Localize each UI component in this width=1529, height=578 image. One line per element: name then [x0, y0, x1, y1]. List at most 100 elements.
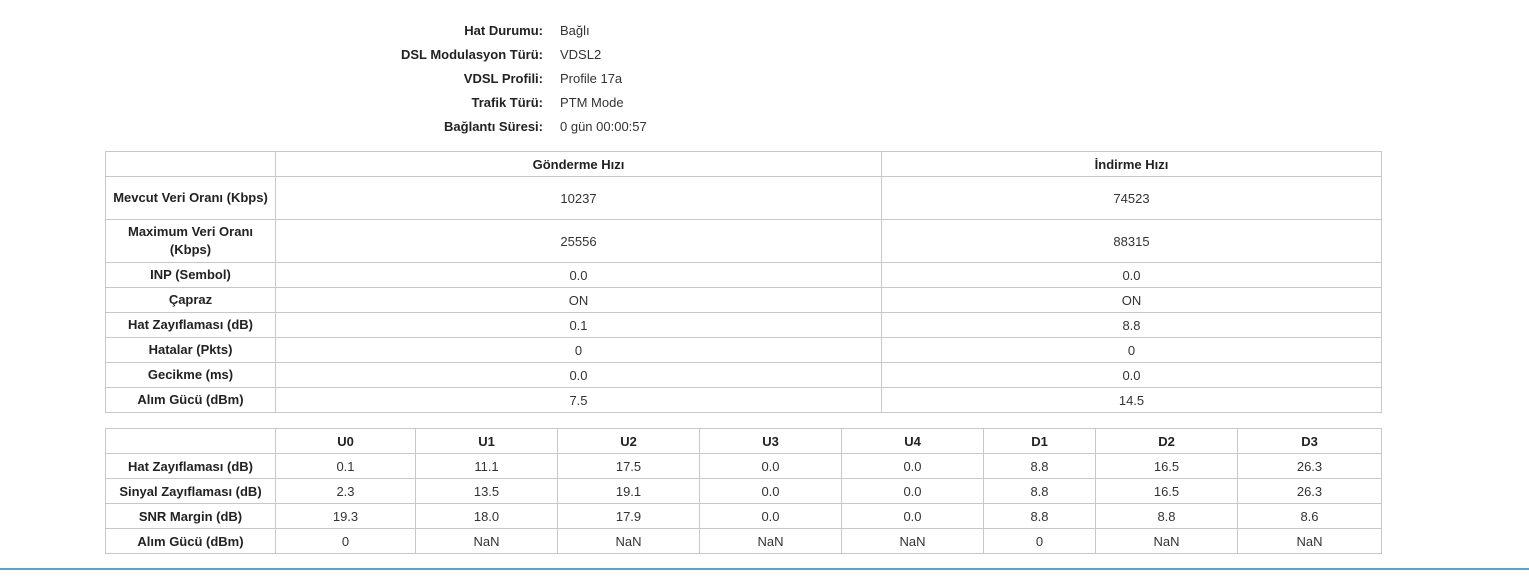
band-value-cell: 19.1: [557, 478, 700, 504]
band-value-cell: 0.0: [699, 453, 842, 479]
band-value-cell: 16.5: [1095, 478, 1238, 504]
table-row: Alım Gücü (dBm) 7.5 14.5: [105, 387, 1382, 413]
cell-upstream: ON: [275, 287, 882, 313]
band-value-cell: 11.1: [415, 453, 558, 479]
table-row: SNR Margin (dB) 19.3 18.0 17.9 0.0 0.0 8.8 8.8 8…: [105, 503, 1382, 529]
status-value: 0 gün 00:00:57: [560, 118, 647, 134]
row-label: Mevcut Veri Oranı (Kbps): [105, 176, 276, 220]
header-band-u2: U2: [557, 428, 700, 454]
band-value-cell: 17.9: [557, 503, 700, 529]
status-label: DSL Modulasyon Türü:: [400, 46, 543, 62]
table-row: Çapraz ON ON: [105, 287, 1382, 313]
band-value-cell: 0: [275, 528, 416, 554]
cell-downstream: ON: [881, 287, 1382, 313]
band-value-cell: 0: [983, 528, 1096, 554]
status-value: VDSL2: [560, 46, 602, 62]
status-value: PTM Mode: [560, 94, 624, 110]
cell-downstream: 8.8: [881, 312, 1382, 338]
band-table: U0 U1 U2 U3 U4 D1 D2 D3 Hat Zayıflaması (dB) 0.1…: [105, 428, 1382, 554]
band-value-cell: 0.0: [699, 478, 842, 504]
row-label: Hatalar (Pkts): [105, 337, 276, 363]
cell-upstream: 0: [275, 337, 882, 363]
band-value-cell: 26.3: [1237, 453, 1382, 479]
status-value: Profile 17a: [560, 70, 623, 86]
table-header-row: U0 U1 U2 U3 U4 D1 D2 D3: [105, 428, 1382, 454]
row-label: Alım Gücü (dBm): [105, 528, 276, 554]
row-label: SNR Margin (dB): [105, 503, 276, 529]
status-value: Bağlı: [560, 22, 590, 38]
table-row: Mevcut Veri Oranı (Kbps) 10237 74523: [105, 176, 1382, 220]
band-value-cell: NaN: [699, 528, 842, 554]
table-row: Gecikme (ms) 0.0 0.0: [105, 362, 1382, 388]
cell-upstream: 0.1: [275, 312, 882, 338]
table-header-row: Gönderme Hızı İndirme Hızı: [105, 151, 1382, 177]
table-row: Hatalar (Pkts) 0 0: [105, 337, 1382, 363]
row-label: Sinyal Zayıflaması (dB): [105, 478, 276, 504]
header-upstream-rate: Gönderme Hızı: [275, 151, 882, 177]
band-value-cell: 8.8: [983, 503, 1096, 529]
band-value-cell: 16.5: [1095, 453, 1238, 479]
band-value-cell: 18.0: [415, 503, 558, 529]
cell-downstream: 0.0: [881, 262, 1382, 288]
header-band-d2: D2: [1095, 428, 1238, 454]
band-value-cell: NaN: [1095, 528, 1238, 554]
cell-downstream: 74523: [881, 176, 1382, 220]
cell-downstream: 88315: [881, 219, 1382, 263]
status-row-line-state: Hat Durumu: Bağlı: [300, 18, 647, 42]
band-value-cell: 0.0: [699, 503, 842, 529]
table-row: Hat Zayıflaması (dB) 0.1 8.8: [105, 312, 1382, 338]
header-cell-empty: [105, 151, 276, 177]
row-label: Hat Zayıflaması (dB): [105, 453, 276, 479]
table-row: Maximum Veri Oranı (Kbps) 25556 88315: [105, 219, 1382, 263]
band-value-cell: 0.0: [841, 478, 984, 504]
bottom-divider: [0, 568, 1529, 570]
band-value-cell: 19.3: [275, 503, 416, 529]
row-label: Gecikme (ms): [105, 362, 276, 388]
header-cell-empty: [105, 428, 276, 454]
band-value-cell: 13.5: [415, 478, 558, 504]
header-band-d3: D3: [1237, 428, 1382, 454]
row-label: Maximum Veri Oranı (Kbps): [105, 219, 276, 263]
cell-downstream: 0: [881, 337, 1382, 363]
header-band-d1: D1: [983, 428, 1096, 454]
band-value-cell: 0.1: [275, 453, 416, 479]
status-label: VDSL Profili:: [463, 70, 543, 86]
row-label: Çapraz: [105, 287, 276, 313]
cell-upstream: 25556: [275, 219, 882, 263]
status-label: Trafik Türü:: [471, 94, 543, 110]
band-value-cell: 8.8: [983, 453, 1096, 479]
status-label: Bağlantı Süresi:: [444, 118, 543, 134]
header-band-u0: U0: [275, 428, 416, 454]
rate-table: Gönderme Hızı İndirme Hızı Mevcut Veri O…: [105, 151, 1382, 413]
row-label: Hat Zayıflaması (dB): [105, 312, 276, 338]
row-label: INP (Sembol): [105, 262, 276, 288]
status-row-traffic-type: Trafik Türü: PTM Mode: [300, 90, 647, 114]
cell-upstream: 10237: [275, 176, 882, 220]
header-band-u3: U3: [699, 428, 842, 454]
table-row: Sinyal Zayıflaması (dB) 2.3 13.5 19.1 0.0 0.0…: [105, 478, 1382, 504]
band-value-cell: 17.5: [557, 453, 700, 479]
band-value-cell: 0.0: [841, 503, 984, 529]
dsl-status-page: Hat Durumu: Bağlı DSL Modulasyon Türü: V…: [0, 0, 1529, 578]
status-row-modulation: DSL Modulasyon Türü: VDSL2: [300, 42, 647, 66]
band-value-cell: 8.8: [983, 478, 1096, 504]
band-value-cell: 2.3: [275, 478, 416, 504]
band-value-cell: 0.0: [841, 453, 984, 479]
table-row: Hat Zayıflaması (dB) 0.1 11.1 17.5 0.0 0.0 8.8…: [105, 453, 1382, 479]
table-row: INP (Sembol) 0.0 0.0: [105, 262, 1382, 288]
status-row-profile: VDSL Profili: Profile 17a: [300, 66, 647, 90]
line-status-info: Hat Durumu: Bağlı DSL Modulasyon Türü: V…: [300, 18, 647, 138]
table-row: Alım Gücü (dBm) 0 NaN NaN NaN NaN 0 NaN NaN: [105, 528, 1382, 554]
band-value-cell: NaN: [1237, 528, 1382, 554]
band-value-cell: 8.6: [1237, 503, 1382, 529]
cell-upstream: 7.5: [275, 387, 882, 413]
header-band-u4: U4: [841, 428, 984, 454]
band-value-cell: 26.3: [1237, 478, 1382, 504]
header-band-u1: U1: [415, 428, 558, 454]
status-label: Hat Durumu:: [464, 22, 543, 38]
cell-upstream: 0.0: [275, 362, 882, 388]
band-value-cell: NaN: [841, 528, 984, 554]
status-row-uptime: Bağlantı Süresi: 0 gün 00:00:57: [300, 114, 647, 138]
band-value-cell: 8.8: [1095, 503, 1238, 529]
header-downstream-rate: İndirme Hızı: [881, 151, 1382, 177]
